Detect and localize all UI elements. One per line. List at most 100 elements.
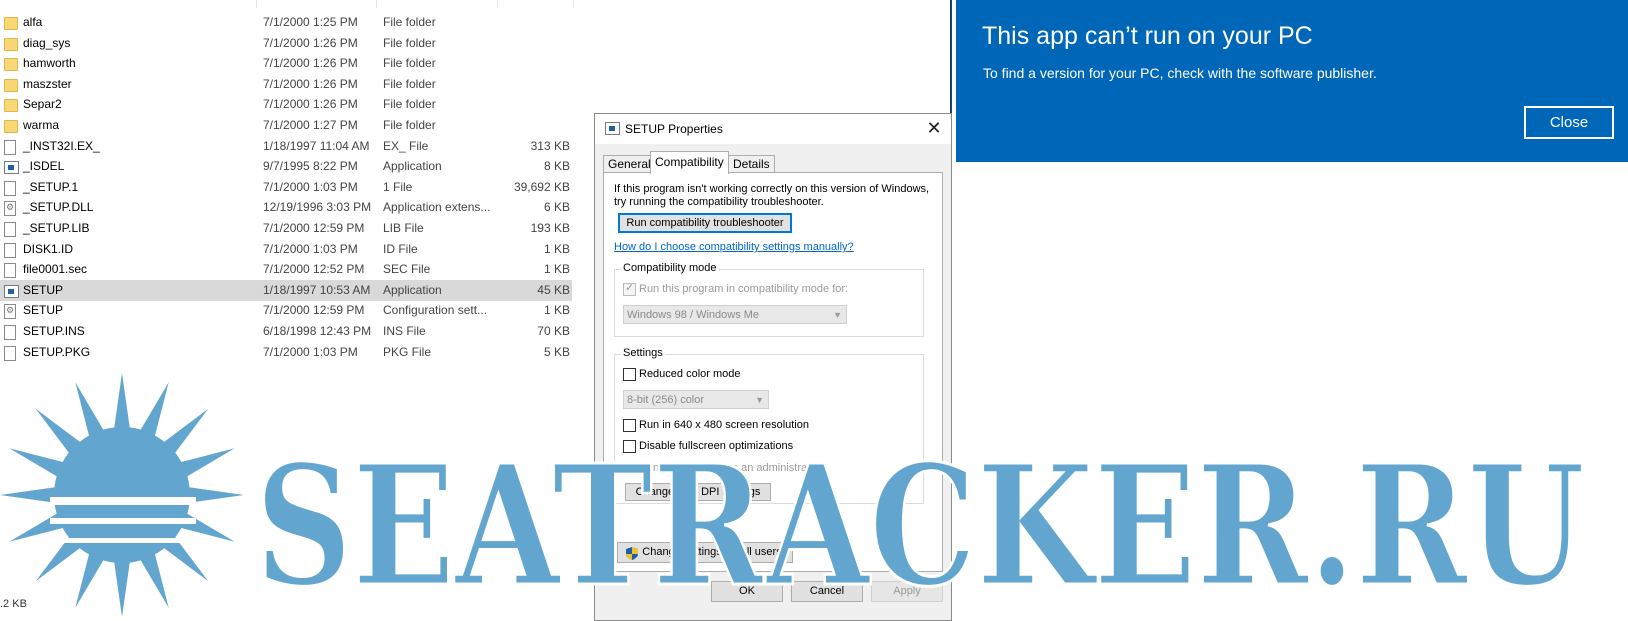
file-size: 313 KB — [530, 138, 570, 153]
ok-button[interactable]: OK — [711, 581, 783, 602]
reduced-color-label: Reduced color mode — [639, 368, 741, 380]
file-size: 45 KB — [537, 282, 570, 297]
file-date-modified: 7/1/2000 12:59 PM — [263, 303, 365, 318]
cancel-button[interactable]: Cancel — [791, 581, 863, 602]
file-row[interactable]: Separ2 7/1/2000 1:26 PM File folder — [0, 94, 572, 115]
file-type: File folder — [383, 76, 436, 91]
file-name: SETUP — [23, 303, 64, 318]
tab-compatibility[interactable]: Compatibility — [650, 151, 729, 174]
file-size: 39,692 KB — [513, 179, 570, 194]
file-type: 1 File — [383, 179, 413, 194]
file-date-modified: 7/1/2000 1:25 PM — [263, 15, 358, 29]
folder-icon — [4, 58, 18, 72]
column-divider[interactable] — [256, 0, 257, 8]
apply-button[interactable]: Apply — [871, 581, 943, 602]
file-row[interactable]: hamworth 7/1/2000 1:26 PM File folder — [0, 53, 572, 74]
compat-mode-checkbox[interactable] — [623, 282, 636, 296]
file-type: PKG File — [383, 344, 432, 359]
file-row[interactable]: _INST32I.EX_ 1/18/1997 11:04 AM EX_ File 31… — [0, 136, 572, 157]
file-type: File folder — [383, 35, 436, 50]
gear-file-icon — [4, 300, 16, 321]
file-name: _INST32I.EX_ — [23, 138, 100, 153]
file-row[interactable]: file0001.sec 7/1/2000 12:52 PM SEC File 1 K… — [0, 259, 572, 280]
all-users-button[interactable]: Change settings for all users — [617, 542, 793, 563]
high-dpi-button[interactable]: Change high DPI settings — [625, 483, 771, 501]
file-row[interactable]: _SETUP.DLL 12/19/1996 3:03 PM Application … — [0, 197, 572, 218]
file-row[interactable]: SETUP.INS 6/18/1998 12:43 PM INS File 70 KB — [0, 321, 572, 342]
file-row[interactable]: SETUP 7/1/2000 12:59 PM Configuration sett… — [0, 300, 572, 321]
banner-title: This app can’t run on your PC — [982, 22, 1313, 50]
folder-icon — [4, 99, 18, 113]
file-type: File folder — [383, 15, 436, 29]
column-divider[interactable] — [376, 0, 377, 8]
dialog-title: SETUP Properties — [625, 122, 723, 136]
file-type: Application — [383, 282, 442, 297]
admin-checkbox[interactable] — [623, 461, 636, 475]
fullscreen-checkbox[interactable] — [623, 440, 636, 453]
reduced-color-checkbox[interactable] — [623, 368, 636, 381]
file-date-modified: 7/1/2000 1:03 PM — [263, 241, 358, 256]
app-icon — [4, 161, 19, 175]
tab-details[interactable]: Details — [728, 155, 775, 173]
file-type: SEC File — [383, 262, 431, 277]
file-name: Separ2 — [23, 97, 62, 112]
file-size: 70 KB — [537, 324, 570, 338]
file-name: SETUP.INS — [23, 324, 85, 338]
os-version-select[interactable]: Windows 98 / Windows Me ▼ — [623, 305, 847, 324]
file-date-modified: 7/1/2000 1:26 PM — [263, 56, 358, 71]
column-divider[interactable] — [497, 0, 498, 8]
file-type: ID File — [383, 241, 418, 256]
file-row[interactable]: _SETUP.1 7/1/2000 1:03 PM 1 File 39,692 KB — [0, 177, 572, 198]
file-icon — [4, 345, 16, 361]
file-row[interactable]: warma 7/1/2000 1:27 PM File folder — [0, 115, 572, 136]
banner-close-button[interactable]: Close — [1524, 106, 1614, 139]
color-depth-select[interactable]: 8-bit (256) color ▼ — [623, 390, 769, 409]
file-row[interactable]: _ISDEL 9/7/1995 8:22 PM Application 8 KB — [0, 156, 572, 177]
file-icon — [4, 222, 16, 237]
file-size: 1 KB — [543, 303, 570, 318]
gear-file-icon — [4, 197, 16, 218]
os-version-value: Windows 98 / Windows Me — [627, 309, 760, 321]
file-row[interactable]: diag_sys 7/1/2000 1:26 PM File folder — [0, 33, 572, 54]
file-icon — [4, 242, 16, 258]
group-title: Compatibility mode — [621, 262, 719, 274]
file-date-modified: 7/1/2000 1:27 PM — [263, 118, 358, 132]
file-row[interactable]: DISK1.ID 7/1/2000 1:03 PM ID File 1 KB — [0, 239, 572, 260]
file-type: Application extens... — [383, 200, 491, 215]
folder-icon — [4, 17, 18, 30]
file-date-modified: 9/7/1995 8:22 PM — [263, 159, 358, 174]
file-type: File folder — [383, 56, 436, 71]
file-name: hamworth — [23, 56, 76, 71]
compatibility-help-link[interactable]: How do I choose compatibility settings m… — [614, 241, 854, 253]
compatibility-mode-group: Compatibility mode Run this program in c… — [614, 262, 924, 337]
file-row[interactable]: _SETUP.LIB 7/1/2000 12:59 PM LIB File 193 K… — [0, 218, 572, 239]
group-title: Settings — [621, 347, 665, 359]
file-name: _SETUP.1 — [23, 179, 79, 194]
file-date-modified: 7/1/2000 1:26 PM — [263, 97, 358, 112]
file-icon — [4, 139, 16, 155]
file-date-modified: 6/18/1998 12:43 PM — [263, 324, 372, 338]
banner-message: To find a version for your PC, check wit… — [983, 65, 1377, 81]
shield-icon — [626, 547, 638, 560]
file-name: DISK1.ID — [23, 241, 74, 256]
file-date-modified: 7/1/2000 1:03 PM — [263, 179, 358, 194]
file-icon — [4, 180, 16, 196]
dialog-titlebar[interactable]: SETUP Properties ✕ — [595, 114, 951, 144]
file-type: Configuration sett... — [383, 303, 488, 318]
column-divider[interactable] — [573, 0, 574, 8]
run-troubleshooter-button[interactable]: Run compatibility troubleshooter — [618, 213, 792, 233]
file-name: _SETUP.LIB — [23, 221, 90, 235]
file-row[interactable]: SETUP.PKG 7/1/2000 1:03 PM PKG File 5 KB — [0, 342, 572, 363]
compat-mode-label: Run this program in compatibility mode f… — [639, 283, 849, 295]
status-bar-text: .2 KB — [0, 598, 27, 610]
resolution-label: Run in 640 x 480 screen resolution — [639, 419, 809, 431]
file-row[interactable]: SETUP 1/18/1997 10:53 AM Application 45 KB — [0, 279, 572, 301]
file-type: File folder — [383, 97, 436, 112]
file-row[interactable]: maszster 7/1/2000 1:26 PM File folder — [0, 74, 572, 95]
application-icon — [605, 122, 620, 135]
file-row[interactable]: alfa 7/1/2000 1:25 PM File folder — [0, 12, 572, 33]
tab-general[interactable]: General — [603, 155, 656, 173]
color-depth-value: 8-bit (256) color — [627, 394, 705, 406]
resolution-checkbox[interactable] — [623, 419, 636, 432]
close-icon[interactable]: ✕ — [923, 117, 945, 139]
